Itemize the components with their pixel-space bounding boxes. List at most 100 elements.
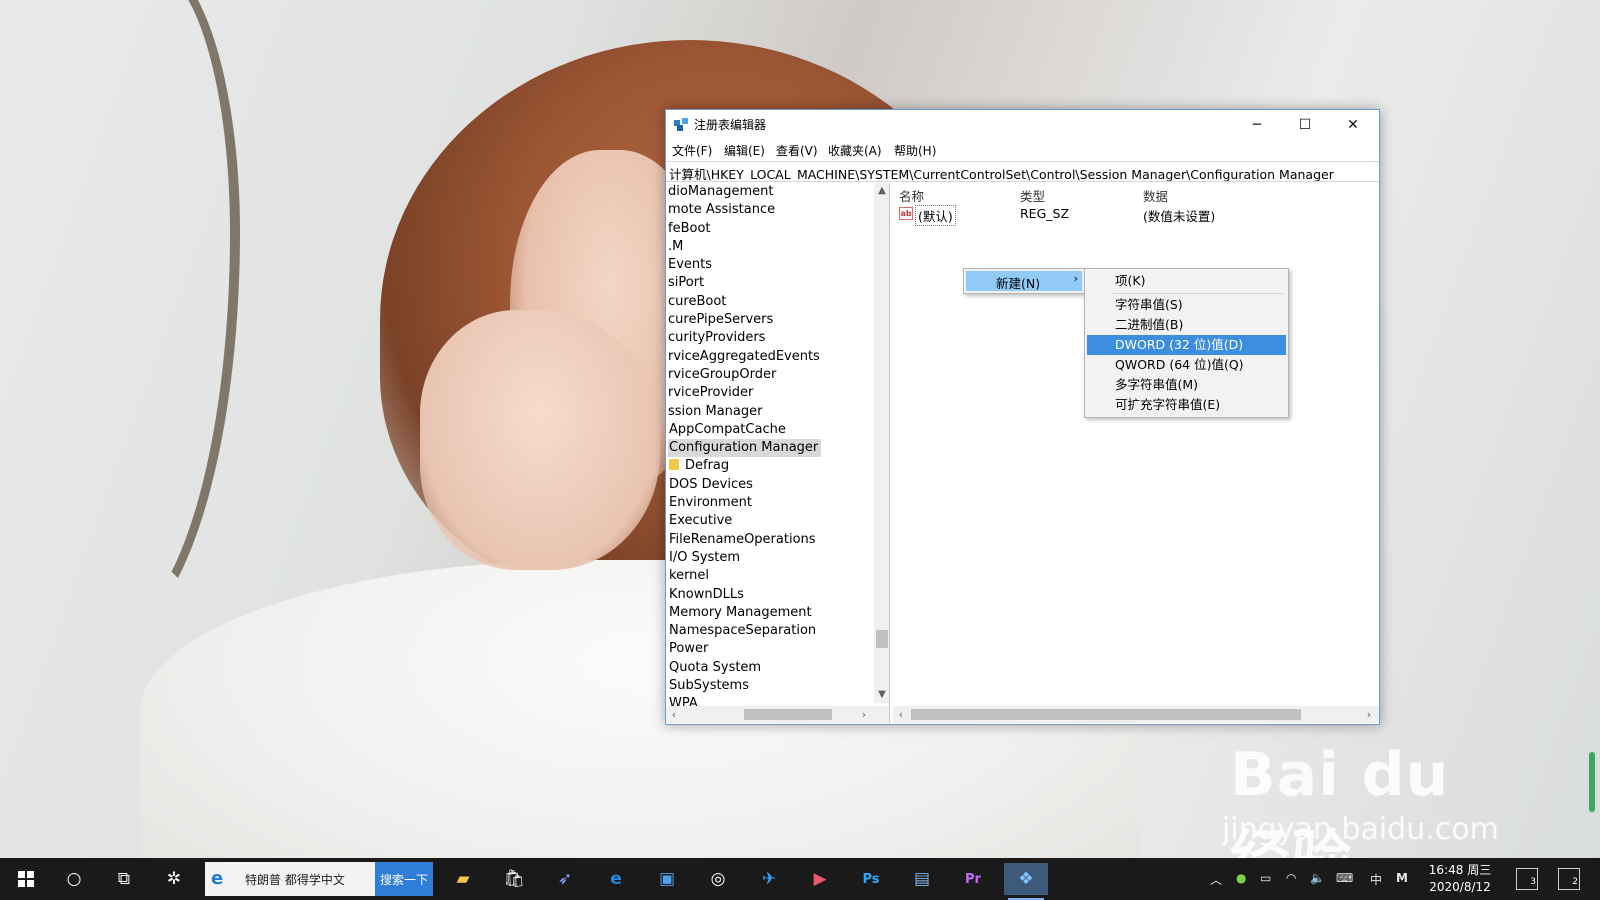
- ime-mode-indicator[interactable]: M: [1396, 871, 1408, 885]
- values-scroll-left-icon[interactable]: ‹: [893, 706, 909, 723]
- calendar-app-icon[interactable]: ▣: [645, 863, 689, 895]
- ali-app-icon[interactable]: ✈: [747, 863, 791, 895]
- tree-item[interactable]: Configuration Manager: [668, 439, 822, 458]
- video-app-icon[interactable]: ▶: [798, 863, 842, 895]
- values-scroll-right-icon[interactable]: ›: [1361, 706, 1377, 723]
- minimize-button[interactable]: ─: [1233, 110, 1281, 140]
- tree-item[interactable]: rviceGroupOrder: [668, 366, 868, 384]
- tree-item[interactable]: DOS Devices: [668, 476, 868, 494]
- address-bar[interactable]: 计算机\HKEY_LOCAL_MACHINE\SYSTEM\CurrentCon…: [666, 161, 1379, 182]
- submenu-item-multi-string[interactable]: 多字符串值(M): [1087, 375, 1286, 395]
- menu-edit[interactable]: 编辑(E): [724, 142, 765, 159]
- folder-icon: [669, 459, 679, 471]
- menu-favorites[interactable]: 收藏夹(A): [828, 142, 882, 159]
- submenu-item-string[interactable]: 字符串值(S): [1087, 295, 1286, 315]
- tree-item[interactable]: cureBoot: [668, 293, 868, 311]
- battery-icon[interactable]: ▭: [1260, 871, 1271, 885]
- tree-item[interactable]: Defrag: [668, 457, 868, 475]
- wifi-icon[interactable]: ◠: [1286, 871, 1296, 885]
- tree-item[interactable]: SubSystems: [668, 677, 868, 695]
- maximize-button[interactable]: ☐: [1281, 110, 1329, 140]
- tree-item[interactable]: NamespaceSeparation: [668, 622, 868, 640]
- security-tray-icon[interactable]: ●: [1236, 871, 1246, 885]
- submenu-item-expandable-string[interactable]: 可扩充字符串值(E): [1087, 395, 1286, 415]
- tree-item[interactable]: Power: [668, 640, 868, 658]
- menu-help[interactable]: 帮助(H): [894, 142, 936, 159]
- action-center-icon[interactable]: 2: [1558, 868, 1580, 890]
- column-type[interactable]: 类型: [1020, 186, 1045, 205]
- bird-app-icon[interactable]: ➶: [543, 863, 587, 895]
- tree-item[interactable]: Executive: [668, 512, 868, 530]
- premiere-icon[interactable]: Pr: [951, 863, 995, 895]
- tree-item-label: Memory Management: [669, 604, 812, 620]
- clock[interactable]: 16:48 周三 2020/8/12: [1420, 862, 1500, 896]
- tree-hscroll-thumb[interactable]: [744, 709, 832, 720]
- tree-item-label: dioManagement: [668, 184, 774, 199]
- tree-item[interactable]: Memory Management: [668, 604, 868, 622]
- tree-item[interactable]: .M: [668, 238, 868, 256]
- submenu-item-qword[interactable]: QWORD (64 位)值(Q): [1087, 355, 1286, 375]
- value-type: REG_SZ: [1020, 206, 1070, 221]
- notification-icon[interactable]: 3: [1516, 868, 1538, 890]
- photoshop-icon[interactable]: Ps: [849, 863, 893, 895]
- tree-item[interactable]: Quota System: [668, 659, 868, 677]
- task-view-icon[interactable]: ⧉: [102, 863, 146, 895]
- menu-file[interactable]: 文件(F): [672, 142, 712, 159]
- store-icon[interactable]: 🛍: [492, 863, 536, 895]
- values-pane[interactable]: 名称 类型 数据 ab (默认) REG_SZ (数值未设置) ‹ ›: [893, 183, 1379, 724]
- tree-item[interactable]: kernel: [668, 567, 868, 585]
- tree-scroll-thumb[interactable]: [876, 630, 888, 648]
- tree-item[interactable]: dioManagement: [668, 183, 868, 201]
- tree-item[interactable]: ssion Manager: [668, 403, 868, 421]
- submenu-item-binary[interactable]: 二进制值(B): [1087, 315, 1286, 335]
- cortana-icon[interactable]: ○: [52, 863, 96, 895]
- tray-overflow-icon[interactable]: ︿: [1210, 871, 1222, 888]
- pinwheel-app-icon[interactable]: ✲: [152, 863, 196, 895]
- submenu-item-key[interactable]: 项(K): [1087, 271, 1286, 291]
- menu-view[interactable]: 查看(V): [776, 142, 818, 159]
- ime-language-indicator[interactable]: 中: [1370, 871, 1382, 888]
- tree-horizontal-scrollbar[interactable]: ‹ ›: [666, 706, 889, 723]
- start-icon[interactable]: [4, 863, 48, 895]
- qq-browser-icon[interactable]: ◎: [696, 863, 740, 895]
- tree-item[interactable]: Environment: [668, 494, 868, 512]
- tree-item[interactable]: mote Assistance: [668, 201, 868, 219]
- scroll-up-icon[interactable]: ▲: [874, 183, 889, 199]
- tree-item[interactable]: KnownDLLs: [668, 586, 868, 604]
- tree-item[interactable]: siPort: [668, 274, 868, 292]
- tree-item[interactable]: Events: [668, 256, 868, 274]
- menu-item-new[interactable]: 新建(N) ›: [966, 271, 1082, 291]
- tree-item[interactable]: rviceAggregatedEvents: [668, 348, 868, 366]
- submenu-item-dword[interactable]: DWORD (32 位)值(D): [1087, 335, 1286, 355]
- tree-item[interactable]: curityProviders: [668, 329, 868, 347]
- column-data[interactable]: 数据: [1143, 186, 1168, 205]
- column-name[interactable]: 名称: [899, 186, 924, 205]
- scroll-right-icon[interactable]: ›: [856, 706, 872, 723]
- regedit-taskbar-icon[interactable]: ❖: [1004, 863, 1048, 900]
- value-row[interactable]: ab (默认) REG_SZ (数值未设置): [893, 205, 1379, 226]
- clock-date: 2020/8/12: [1429, 880, 1491, 894]
- monitor-app-icon[interactable]: ▤: [900, 863, 944, 895]
- title-bar[interactable]: 注册表编辑器 ─ ☐ ✕: [666, 110, 1379, 140]
- tree-item[interactable]: rviceProvider: [668, 384, 868, 402]
- tree-item[interactable]: FileRenameOperations: [668, 531, 868, 549]
- close-button[interactable]: ✕: [1329, 110, 1377, 140]
- scroll-down-icon[interactable]: ▼: [874, 687, 889, 703]
- edge-icon[interactable]: e: [594, 863, 638, 895]
- search-input[interactable]: e 特朗普 都得学中文: [205, 862, 375, 896]
- search-text: 特朗普 都得学中文: [245, 873, 345, 887]
- keyboard-icon[interactable]: ⌨: [1336, 871, 1353, 885]
- file-explorer-icon[interactable]: ▰: [441, 863, 485, 895]
- tree-vertical-scrollbar[interactable]: ▲ ▼: [874, 183, 889, 703]
- values-hscroll-thumb[interactable]: [911, 709, 1301, 720]
- scroll-left-icon[interactable]: ‹: [666, 706, 682, 723]
- tree-item[interactable]: curePipeServers: [668, 311, 868, 329]
- search-button[interactable]: 搜索一下: [375, 862, 433, 896]
- tree-item-label: DOS Devices: [669, 476, 753, 492]
- values-horizontal-scrollbar[interactable]: ‹ ›: [893, 706, 1379, 723]
- volume-icon[interactable]: 🔈: [1310, 871, 1325, 885]
- context-menu: 新建(N) ›: [963, 268, 1085, 294]
- tree-item[interactable]: feBoot: [668, 220, 868, 238]
- tree-item[interactable]: I/O System: [668, 549, 868, 567]
- tree-item[interactable]: AppCompatCache: [668, 421, 868, 439]
